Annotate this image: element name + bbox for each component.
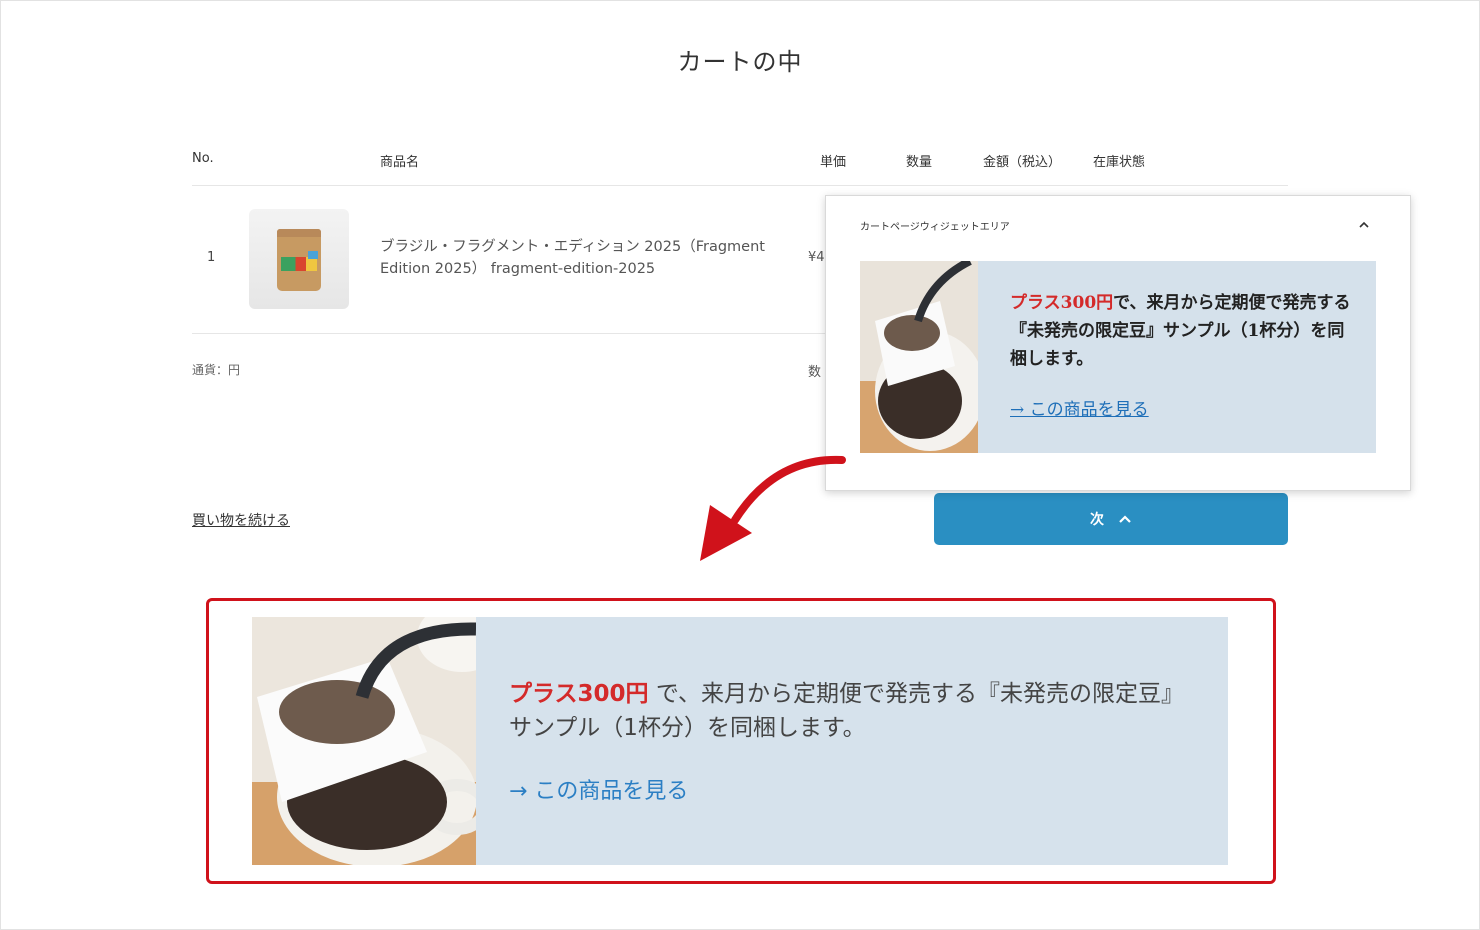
header-product-name: 商品名	[380, 155, 420, 170]
preview-view-product-link[interactable]: → この商品を見る	[509, 773, 688, 805]
header-stock: 在庫状態	[1093, 155, 1146, 170]
currency-label: 通貨：円	[192, 363, 241, 377]
widget-promo-text: プラス300円で、来月から定期便で発売する『未発売の限定豆』サンプル（1杯分）を…	[1010, 293, 1351, 369]
preview-promo-banner[interactable]: プラス300円 で、来月から定期便で発売する『未発売の限定豆』サンプル（1杯分）…	[252, 617, 1228, 865]
curved-arrow-icon	[700, 455, 846, 561]
header-quantity: 数量	[906, 155, 933, 170]
header-unit-price: 単価	[820, 155, 847, 170]
widget-heading: カートページウィジェットエリア	[860, 222, 1010, 233]
preview-promo-text: プラス300円 で、来月から定期便で発売する『未発売の限定豆』サンプル（1杯分）…	[509, 681, 1184, 741]
quantity-summary-label: 数	[808, 365, 822, 380]
widget-view-product-link[interactable]: → この商品を見る	[1010, 395, 1149, 420]
coffee-pouch-image	[277, 229, 321, 291]
product-thumbnail[interactable]	[249, 209, 349, 309]
row-number: 1	[207, 250, 216, 265]
header-no: No.	[192, 151, 214, 166]
continue-shopping-link[interactable]: 買い物を続ける	[192, 510, 290, 530]
unit-price: ¥4	[808, 250, 825, 265]
chevron-up-icon	[1119, 515, 1131, 523]
next-button-label: 次	[1090, 512, 1104, 528]
chevron-up-icon[interactable]	[1358, 220, 1370, 230]
product-name[interactable]: ブラジル・フラグメント・エディション 2025（Fragment Edition…	[380, 236, 780, 280]
page-title: カートの中	[677, 48, 803, 76]
cart-widget-panel: カートページウィジェットエリア プラス300円で、来月から定期便で発売する『未発…	[825, 195, 1411, 491]
widget-promo-banner[interactable]: プラス300円で、来月から定期便で発売する『未発売の限定豆』サンプル（1杯分）を…	[860, 261, 1376, 453]
header-divider	[192, 185, 1288, 186]
header-amount: 金額（税込）	[983, 155, 1062, 170]
next-button[interactable]: 次	[934, 493, 1288, 545]
coffee-drip-photo	[860, 261, 978, 453]
coffee-drip-photo	[252, 617, 476, 865]
